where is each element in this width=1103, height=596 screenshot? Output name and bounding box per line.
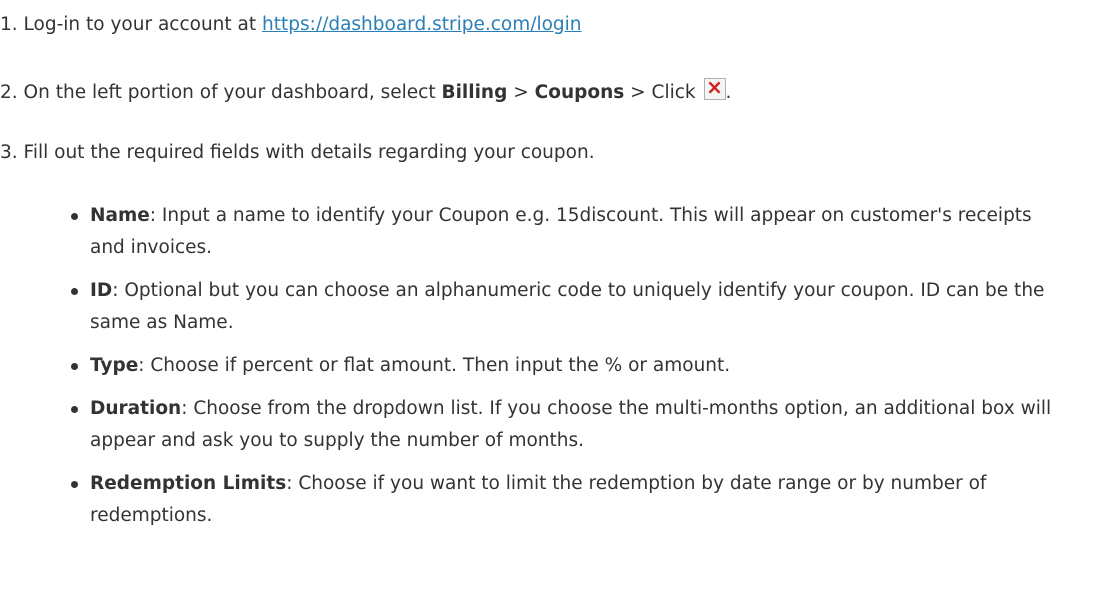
- field-item-name: Name: Input a name to identify your Coup…: [71, 200, 1070, 264]
- bullet-icon: [71, 406, 78, 413]
- bullet-icon: [71, 288, 78, 295]
- step-1-number: 1.: [0, 14, 18, 35]
- field-description: : Input a name to identify your Coupon e…: [90, 205, 1032, 258]
- field-term: ID: [90, 280, 113, 301]
- step-1: 1. Log-in to your account at https://das…: [0, 14, 582, 36]
- document: 1. Log-in to your account at https://das…: [0, 0, 1103, 596]
- separator-2: >: [630, 82, 646, 103]
- field-item-id: ID: Optional but you can choose an alpha…: [71, 275, 1070, 339]
- step-3-text: Fill out the required fields with detail…: [23, 142, 595, 163]
- bullet-icon: [71, 363, 78, 370]
- field-item-type: Type: Choose if percent or flat amount. …: [71, 350, 1070, 382]
- coupons-label: Coupons: [534, 82, 625, 103]
- step-2-end: .: [725, 82, 732, 103]
- broken-image-icon: [703, 75, 726, 100]
- field-description: : Optional but you can choose an alphanu…: [90, 280, 1045, 333]
- separator-1: >: [513, 82, 529, 103]
- bullet-icon: [71, 213, 78, 220]
- step-1-text: Log-in to your account at: [23, 14, 257, 35]
- field-term: Redemption Limits: [90, 473, 287, 494]
- field-term: Duration: [90, 398, 182, 419]
- bullet-icon: [71, 481, 78, 488]
- login-link[interactable]: https://dashboard.stripe.com/login: [262, 14, 582, 35]
- step-2-text: On the left portion of your dashboard, s…: [23, 82, 436, 103]
- step-3: 3. Fill out the required fields with det…: [0, 142, 595, 164]
- step-3-number: 3.: [0, 142, 18, 163]
- field-term: Type: [90, 355, 139, 376]
- step-2-number: 2.: [0, 82, 18, 103]
- field-description: : Choose from the dropdown list. If you …: [90, 398, 1052, 451]
- field-list: Name: Input a name to identify your Coup…: [71, 200, 1070, 543]
- step-2: 2. On the left portion of your dashboard…: [0, 75, 732, 104]
- field-description: : Choose if percent or flat amount. Then…: [138, 355, 731, 376]
- billing-label: Billing: [441, 82, 508, 103]
- field-term: Name: [90, 205, 150, 226]
- click-text: Click: [651, 82, 696, 103]
- field-item-duration: Duration: Choose from the dropdown list.…: [71, 393, 1070, 457]
- field-item-redemption-limits: Redemption Limits: Choose if you want to…: [71, 468, 1070, 532]
